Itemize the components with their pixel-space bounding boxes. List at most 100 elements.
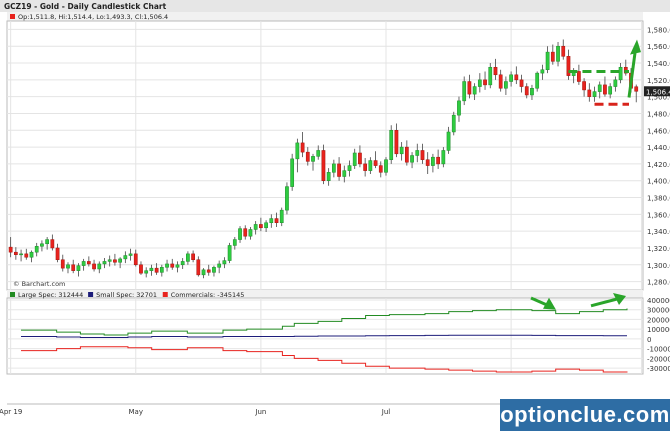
chart-title: GCZ19 - Gold - Daily Candlestick Chart bbox=[4, 2, 167, 11]
candle-body bbox=[462, 81, 467, 102]
candle-body bbox=[326, 172, 331, 181]
candle-body bbox=[457, 100, 461, 116]
price-tick-label: 1,280.0 bbox=[647, 279, 670, 287]
candle-body bbox=[34, 246, 39, 253]
candle-body bbox=[290, 158, 295, 187]
candle-body bbox=[201, 269, 206, 276]
legend-label: Commercials: -345145 bbox=[171, 291, 245, 299]
candle-body bbox=[498, 74, 503, 89]
candle-body bbox=[149, 267, 154, 271]
candle-body bbox=[222, 260, 227, 265]
candle-body bbox=[29, 251, 34, 258]
last-price-label: 1,506.4 bbox=[646, 88, 670, 96]
candle-body bbox=[342, 170, 347, 177]
candle-body bbox=[431, 156, 435, 166]
legend-label: Large Spec: 312444 bbox=[18, 291, 83, 299]
candle-body bbox=[540, 69, 545, 74]
candle-body bbox=[81, 261, 86, 266]
cot-tick-label: 400000 bbox=[647, 297, 670, 305]
candle-body bbox=[305, 151, 310, 162]
legend-label: Small Spec: 32701 bbox=[96, 291, 157, 299]
candle-body bbox=[337, 163, 341, 177]
candle-body bbox=[206, 269, 211, 273]
cot-tick-label: 0 bbox=[647, 336, 651, 344]
price-tick-label: 1,520.0 bbox=[647, 77, 670, 85]
candle-body bbox=[389, 130, 394, 160]
candle-body bbox=[504, 81, 508, 89]
candle-body bbox=[274, 218, 279, 223]
chart-svg: 1,580.01,560.01,540.01,520.01,500.01,480… bbox=[0, 0, 670, 416]
legend-swatch bbox=[10, 292, 15, 297]
candle-body bbox=[577, 71, 581, 82]
credit-label: © Barchart.com bbox=[13, 280, 65, 288]
candle-body bbox=[509, 74, 513, 82]
price-tick-label: 1,320.0 bbox=[647, 245, 670, 253]
candle-body bbox=[603, 84, 607, 95]
candle-body bbox=[165, 263, 169, 268]
candle-body bbox=[514, 74, 519, 81]
candle-body bbox=[488, 66, 493, 86]
candle-body bbox=[71, 264, 76, 271]
candle-body bbox=[425, 159, 430, 166]
candle-body bbox=[472, 86, 477, 95]
candle-body bbox=[50, 239, 55, 249]
candle-body bbox=[97, 263, 102, 270]
candle-body bbox=[358, 152, 362, 165]
candle-body bbox=[13, 251, 18, 255]
candle-body bbox=[133, 253, 138, 266]
price-tick-label: 1,420.0 bbox=[647, 161, 670, 169]
candle-body bbox=[253, 224, 258, 230]
price-tick-label: 1,540.0 bbox=[647, 60, 670, 68]
candle-body bbox=[331, 163, 336, 173]
candle-body bbox=[373, 160, 378, 166]
price-tick-label: 1,300.0 bbox=[647, 262, 670, 270]
candle-body bbox=[436, 156, 440, 165]
candle-body bbox=[363, 163, 368, 171]
candle-body bbox=[123, 255, 128, 260]
price-tick-label: 1,460.0 bbox=[647, 127, 670, 135]
candle-body bbox=[587, 89, 592, 97]
date-tick-label: Jul bbox=[381, 408, 391, 416]
candle-body bbox=[321, 150, 326, 181]
candle-body bbox=[180, 261, 185, 266]
candle-body bbox=[550, 51, 555, 62]
candle-body bbox=[384, 159, 388, 173]
legend-swatch bbox=[162, 292, 168, 297]
candle-body bbox=[66, 264, 70, 269]
price-tick-label: 1,360.0 bbox=[647, 211, 670, 219]
candle-body bbox=[264, 222, 268, 229]
candle-body bbox=[441, 150, 446, 165]
candle-body bbox=[582, 81, 586, 91]
candle-body bbox=[175, 264, 180, 268]
candle-body bbox=[285, 186, 289, 211]
candle-body bbox=[608, 86, 613, 95]
candle-body bbox=[378, 165, 383, 173]
candle-body bbox=[154, 267, 159, 273]
price-tick-label: 1,560.0 bbox=[647, 43, 670, 51]
candle-body bbox=[451, 114, 456, 133]
ohlc-label: Op:1,511.8, Hi:1,514.4, Lo:1,493.3, Cl:1… bbox=[18, 13, 168, 21]
candle-body bbox=[410, 155, 414, 163]
ohlc-swatch bbox=[10, 14, 15, 19]
date-tick-label: Jun bbox=[254, 408, 266, 416]
candle-body bbox=[144, 270, 149, 274]
candle-body bbox=[300, 142, 305, 153]
candle-body bbox=[535, 72, 540, 89]
cot-tick-label: 100000 bbox=[647, 326, 670, 334]
candle-body bbox=[107, 259, 112, 262]
candle-body bbox=[477, 79, 482, 87]
candle-body bbox=[113, 259, 117, 263]
price-tick-label: 1,380.0 bbox=[647, 195, 670, 203]
candle-body bbox=[592, 91, 597, 97]
legend-swatch bbox=[88, 292, 94, 297]
candle-body bbox=[368, 160, 373, 171]
cot-tick-label: -200000 bbox=[647, 355, 670, 363]
candle-body bbox=[556, 45, 560, 62]
candle-body bbox=[139, 264, 143, 274]
candle-body bbox=[295, 142, 300, 160]
candle-body bbox=[76, 265, 81, 271]
gold-cot-chart: 1,580.01,560.01,540.01,520.01,500.01,480… bbox=[0, 0, 670, 431]
candle-body bbox=[446, 131, 451, 151]
candle-body bbox=[8, 246, 13, 253]
cot-tick-label: -100000 bbox=[647, 346, 670, 354]
